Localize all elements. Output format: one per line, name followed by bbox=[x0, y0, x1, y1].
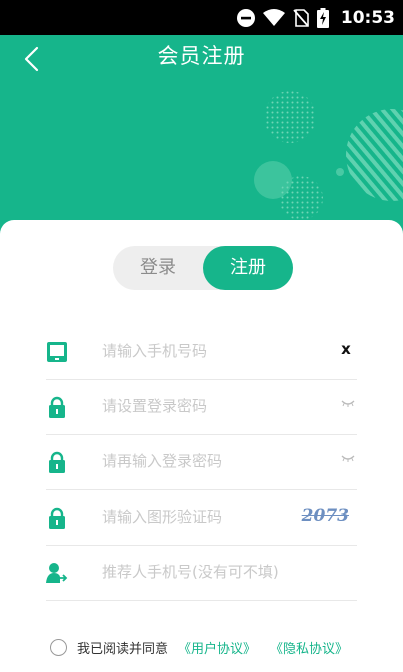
lock-icon bbox=[49, 396, 65, 418]
do-not-disturb-icon bbox=[236, 8, 255, 27]
lock-icon bbox=[49, 451, 65, 473]
user-referral-icon bbox=[46, 563, 68, 583]
wifi-icon bbox=[262, 8, 285, 26]
user-agreement-link[interactable]: 《用户协议》 bbox=[178, 638, 256, 657]
captcha-image[interactable]: 2073 bbox=[302, 506, 349, 526]
login-register-toggle: 登录 注册 bbox=[113, 246, 293, 290]
tab-register[interactable]: 注册 bbox=[203, 246, 293, 290]
header-banner bbox=[0, 0, 403, 240]
decorative-circles bbox=[254, 91, 403, 220]
clear-icon[interactable]: x bbox=[339, 340, 353, 358]
phone-input[interactable] bbox=[102, 336, 302, 366]
eye-closed-icon[interactable] bbox=[341, 398, 355, 408]
confirm-password-input[interactable] bbox=[102, 446, 302, 476]
status-bar: 10:53 bbox=[0, 0, 403, 35]
phone-field: x bbox=[46, 324, 357, 380]
tab-login[interactable]: 登录 bbox=[113, 246, 203, 290]
no-sim-icon bbox=[293, 8, 309, 27]
referrer-input[interactable] bbox=[102, 557, 302, 587]
lock-icon bbox=[49, 507, 65, 529]
password-input[interactable] bbox=[102, 391, 302, 421]
privacy-agreement-link[interactable]: 《隐私协议》 bbox=[270, 638, 348, 657]
status-time: 10:53 bbox=[340, 7, 395, 28]
password-field bbox=[46, 379, 357, 435]
captcha-field: 2073 bbox=[46, 490, 357, 546]
confirm-password-field bbox=[46, 434, 357, 490]
eye-closed-icon[interactable] bbox=[341, 453, 355, 463]
agreement-row: 我已阅读并同意 《用户协议》 《隐私协议》 bbox=[50, 636, 362, 658]
referrer-field bbox=[46, 545, 357, 601]
page-title: 会员注册 bbox=[157, 44, 246, 68]
phone-icon bbox=[47, 342, 67, 362]
battery-charging-icon bbox=[316, 7, 329, 28]
captcha-input[interactable] bbox=[102, 502, 302, 532]
agreement-text: 我已阅读并同意 bbox=[77, 641, 169, 657]
agreement-checkbox[interactable] bbox=[50, 638, 67, 656]
